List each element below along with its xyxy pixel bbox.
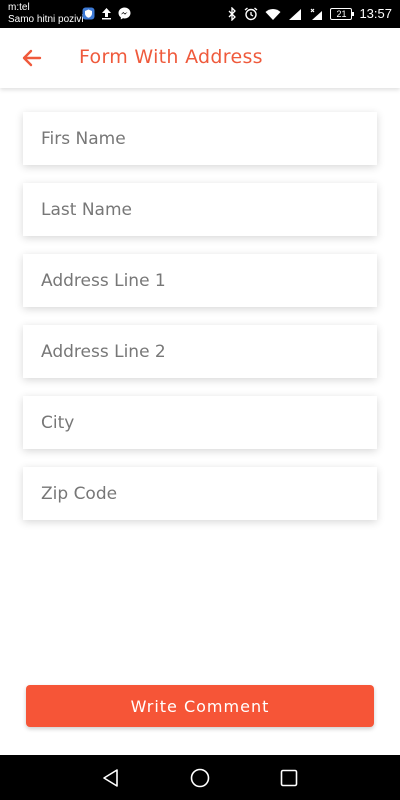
signal-off-icon [311,8,323,20]
carrier-info: m:tel Samo hitni pozivi [8,2,84,26]
nav-home-button[interactable] [188,766,212,790]
shield-app-icon [82,7,95,20]
clock: 13:57 [359,6,392,21]
back-button[interactable] [18,44,46,72]
app-bar: Form With Address [0,28,400,88]
wifi-icon [265,8,281,20]
page-title: Form With Address [79,46,263,68]
arrow-left-icon [22,49,42,67]
navigation-bar [0,755,400,800]
nav-back-button[interactable] [99,766,123,790]
back-triangle-icon [103,769,118,787]
signal-icon [289,8,302,20]
nav-recents-button[interactable] [277,766,301,790]
system-icons: 21 13:57 [228,6,392,22]
home-circle-icon [190,768,210,788]
write-comment-button[interactable]: Write Comment [26,685,374,727]
battery-icon: 21 [330,8,355,20]
carrier-status: Samo hitni pozivi [8,14,84,25]
address-line2-input[interactable] [23,325,377,378]
battery-level: 21 [336,9,347,19]
carrier-name: m:tel [8,2,30,13]
alarm-icon [245,7,258,21]
first-name-input[interactable] [23,112,377,165]
bluetooth-icon [228,7,237,21]
status-bar: m:tel Samo hitni pozivi 21 13:57 [0,0,400,28]
messenger-icon [118,7,131,20]
notification-icons [82,7,131,20]
recents-square-icon [280,769,298,787]
last-name-input[interactable] [23,183,377,236]
zip-code-input[interactable] [23,467,377,520]
upload-icon [102,8,111,20]
city-input[interactable] [23,396,377,449]
address-line1-input[interactable] [23,254,377,307]
